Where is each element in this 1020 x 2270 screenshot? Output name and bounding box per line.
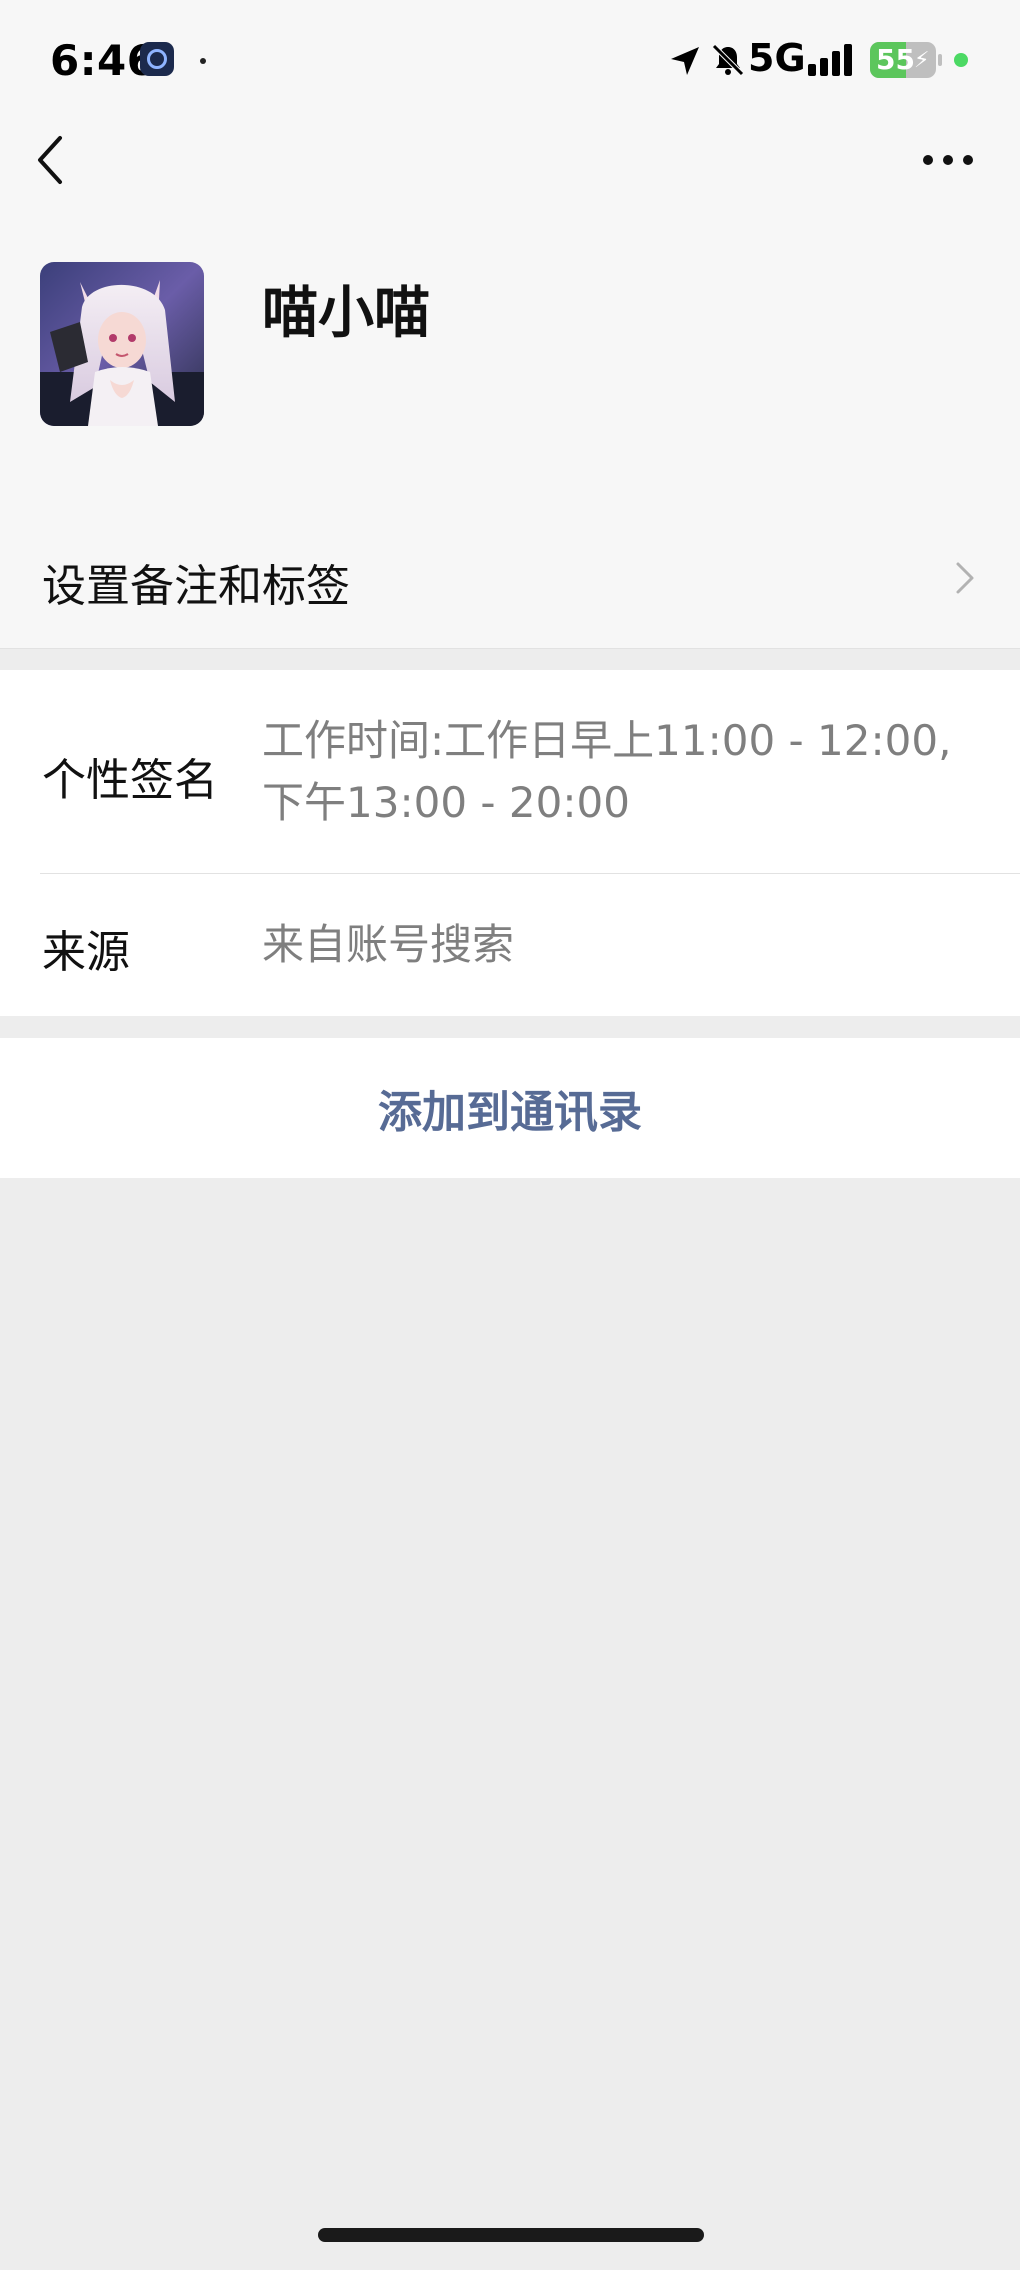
battery-percent: 55 [876,43,915,76]
more-options-button[interactable] [920,140,976,180]
signature-row: 个性签名 工作时间:工作日早上11:00 - 12:00, 下午13:00 - … [0,670,1020,874]
add-to-contacts-button[interactable]: 添加到通讯录 [0,1038,1020,1178]
home-indicator[interactable] [318,2228,704,2242]
bell-muted-icon [712,44,744,76]
location-arrow-icon [671,47,699,75]
signature-value: 工作时间:工作日早上11:00 - 12:00, 下午13:00 - 20:00 [262,710,951,834]
source-label: 来源 [42,927,130,978]
signal-bars-icon [808,44,852,76]
source-row: 来源 来自账号搜索 [0,874,1020,1016]
bolt-icon: ⚡ [914,48,930,73]
status-dot [200,58,206,64]
contact-profile-screen: 6:46 5G 55 ⚡ 喵小喵 设置备注和标签 个性签名 工作时间:工作日早上… [0,0,1020,2270]
signature-label: 个性签名 [42,755,218,806]
back-button[interactable] [30,132,70,188]
profile-name: 喵小喵 [262,281,430,346]
status-bar: 6:46 5G 55 ⚡ [0,0,1020,120]
signature-line-2: 下午13:00 - 20:00 [262,778,630,827]
remark-label: 设置备注和标签 [42,561,350,612]
chevron-right-icon [956,562,974,594]
source-value: 来自账号搜索 [262,920,515,969]
app-indicator-icon [140,42,174,76]
signature-line-1: 工作时间:工作日早上11:00 - 12:00, [262,716,952,765]
battery-charging-icon: 55 ⚡ [870,42,936,78]
set-remark-and-tags-row[interactable]: 设置备注和标签 [0,506,1020,648]
network-type: 5G [748,36,806,80]
privacy-indicator-dot [954,53,968,67]
battery-cap [938,54,942,66]
avatar[interactable] [40,262,204,426]
add-to-contacts-label: 添加到通讯录 [378,1087,642,1138]
section-divider [0,648,1020,649]
